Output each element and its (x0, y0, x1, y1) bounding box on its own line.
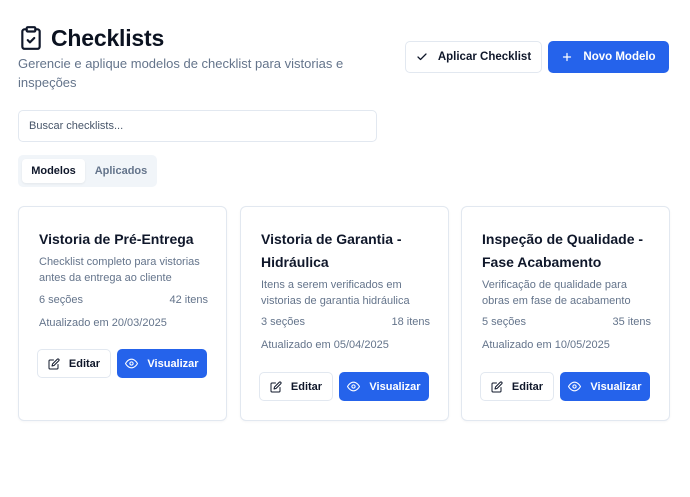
view-label: Visualizar (590, 380, 642, 393)
edit-label: Editar (68, 357, 101, 370)
view-label: Visualizar (147, 357, 199, 370)
card-description: Checklist completo para vistorias antes … (39, 256, 200, 284)
checklist-card: Vistoria de Garantia - Hidráulica Itens … (240, 206, 449, 421)
pencil-square-icon (491, 380, 503, 392)
pencil-square-icon (270, 380, 282, 392)
apply-checklist-label: Aplicar Checklist (437, 51, 532, 63)
apply-checklist-button[interactable]: Aplicar Checklist (405, 41, 542, 73)
tab-modelos[interactable]: Modelos (22, 159, 85, 183)
card-items-count: 42 itens (169, 294, 208, 306)
view-button[interactable]: Visualizar (117, 349, 207, 378)
view-label: Visualizar (369, 380, 421, 393)
edit-button[interactable]: Editar (37, 349, 111, 378)
page-subtitle: Gerencie e aplique modelos de checklist … (18, 56, 344, 90)
page-title: Checklists (51, 24, 165, 51)
card-description: Verificação de qualidade para obras em f… (482, 279, 631, 307)
card-title: Inspeção de Qualidade - Fase Acabamento (482, 231, 644, 270)
edit-label: Editar (290, 380, 323, 393)
card-updated-date: Atualizado em 05/04/2025 (261, 339, 389, 351)
new-model-label: Novo Modelo (583, 51, 656, 63)
edit-label: Editar (511, 380, 544, 393)
check-icon (417, 53, 427, 61)
card-items-count: 35 itens (612, 316, 651, 328)
edit-button[interactable]: Editar (480, 372, 554, 401)
card-meta: 3 seções 18 itens (261, 316, 430, 328)
view-button[interactable]: Visualizar (339, 372, 429, 401)
card-items-count: 18 itens (391, 316, 430, 328)
view-button[interactable]: Visualizar (560, 372, 650, 401)
eye-icon (568, 381, 582, 392)
card-sections-count: 3 seções (261, 316, 306, 328)
pencil-square-icon (48, 357, 60, 369)
clipboard-check-icon (18, 24, 44, 52)
card-meta: 5 seções 35 itens (482, 316, 651, 328)
search-input[interactable] (18, 110, 377, 142)
card-title: Vistoria de Garantia - Hidráulica (261, 231, 402, 270)
card-title: Vistoria de Pré-Entrega (39, 231, 194, 247)
card-sections-count: 5 seções (482, 316, 527, 328)
checklist-card: Vistoria de Pré-Entrega Checklist comple… (18, 206, 227, 421)
new-model-button[interactable]: Novo Modelo (548, 41, 669, 73)
tab-list: Modelos Aplicados (18, 155, 157, 187)
tab-aplicados[interactable]: Aplicados (88, 159, 154, 183)
eye-icon (347, 381, 361, 392)
eye-icon (125, 358, 139, 369)
card-meta: 6 seções 42 itens (39, 294, 208, 306)
checklist-card: Inspeção de Qualidade - Fase Acabamento … (461, 206, 670, 421)
edit-button[interactable]: Editar (259, 372, 333, 401)
card-sections-count: 6 seções (39, 294, 84, 306)
card-updated-date: Atualizado em 20/03/2025 (39, 317, 167, 329)
card-updated-date: Atualizado em 10/05/2025 (482, 339, 610, 351)
plus-icon (563, 52, 572, 62)
card-description: Itens a serem verificados em vistorias d… (261, 279, 410, 307)
